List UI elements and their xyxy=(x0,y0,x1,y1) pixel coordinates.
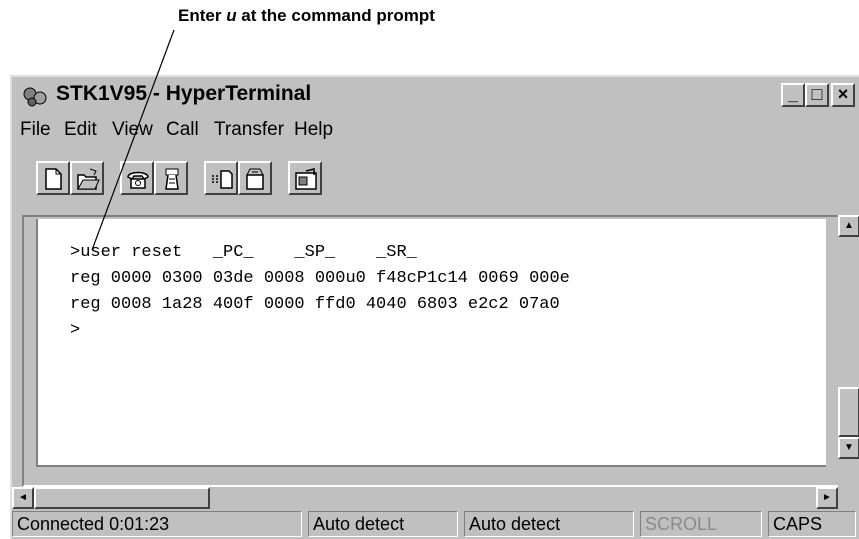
properties-icon xyxy=(295,168,317,190)
terminal-line: reg 0008 1a28 400f 0000 ffd0 4040 6803 e… xyxy=(70,295,560,314)
title-bar[interactable]: STK1V95 - HyperTerminal _ □ × xyxy=(14,79,859,111)
annotation-callout: Enter u at the command prompt xyxy=(178,6,435,26)
properties-button[interactable] xyxy=(288,161,322,195)
terminal-screen[interactable]: >user reset _PC_ _SP_ _SR_ reg 0000 0300… xyxy=(36,219,826,467)
terminal-line: > xyxy=(70,321,81,340)
menu-bar: File Edit View Call Transfer Help xyxy=(14,117,859,147)
menu-file[interactable]: File xyxy=(20,119,51,141)
menu-transfer[interactable]: Transfer xyxy=(214,119,284,141)
status-caps: CAPS xyxy=(768,511,856,537)
maximize-button[interactable]: □ xyxy=(805,83,829,107)
status-auto-detect-1: Auto detect xyxy=(308,511,458,537)
menu-call[interactable]: Call xyxy=(166,119,199,141)
new-icon xyxy=(45,168,62,190)
menu-edit[interactable]: Edit xyxy=(64,119,97,141)
callout-prefix: Enter xyxy=(178,6,227,25)
vertical-scroll-thumb[interactable] xyxy=(838,387,859,437)
terminal-line: >user reset _PC_ _SP_ _SR_ xyxy=(70,243,417,262)
send-button[interactable] xyxy=(204,161,238,195)
horizontal-scrollbar[interactable]: ◄ ► xyxy=(12,487,838,509)
horizontal-scroll-thumb[interactable] xyxy=(34,487,210,509)
hyperterminal-window: STK1V95 - HyperTerminal _ □ × File Edit … xyxy=(10,75,859,539)
terminal-frame: >user reset _PC_ _SP_ _SR_ reg 0000 0300… xyxy=(22,215,850,487)
open-button[interactable] xyxy=(70,161,104,195)
receive-button[interactable] xyxy=(238,161,272,195)
status-connected-time: Connected 0:01:23 xyxy=(12,511,302,537)
scroll-right-button[interactable]: ► xyxy=(816,487,838,509)
toolbar xyxy=(18,153,859,201)
status-auto-detect-2: Auto detect xyxy=(464,511,634,537)
scroll-down-button[interactable]: ▼ xyxy=(838,437,859,459)
disconnect-icon xyxy=(165,168,179,190)
connect-button[interactable] xyxy=(120,161,154,195)
close-button[interactable]: × xyxy=(831,83,855,107)
new-connection-button[interactable] xyxy=(36,161,70,195)
scroll-up-button[interactable]: ▲ xyxy=(838,215,859,237)
status-bar: Connected 0:01:23 Auto detect Auto detec… xyxy=(12,509,859,539)
hyperterminal-app-icon xyxy=(23,87,47,107)
send-icon xyxy=(212,170,233,189)
terminal-line: reg 0000 0300 03de 0008 000u0 f48cP1c14 … xyxy=(70,269,570,288)
vertical-scrollbar[interactable]: ▲ ▼ xyxy=(838,215,859,507)
menu-view[interactable]: View xyxy=(112,119,153,141)
connect-icon xyxy=(127,171,149,189)
receive-icon xyxy=(246,168,264,190)
callout-variable: u xyxy=(226,6,237,25)
minimize-button[interactable]: _ xyxy=(781,83,805,107)
status-scroll: SCROLL xyxy=(640,511,762,537)
disconnect-button[interactable] xyxy=(154,161,188,195)
callout-suffix: at the command prompt xyxy=(236,6,435,25)
menu-help[interactable]: Help xyxy=(294,119,333,141)
open-icon xyxy=(77,168,100,190)
scroll-left-button[interactable]: ◄ xyxy=(12,487,34,509)
window-title: STK1V95 - HyperTerminal xyxy=(56,82,312,105)
